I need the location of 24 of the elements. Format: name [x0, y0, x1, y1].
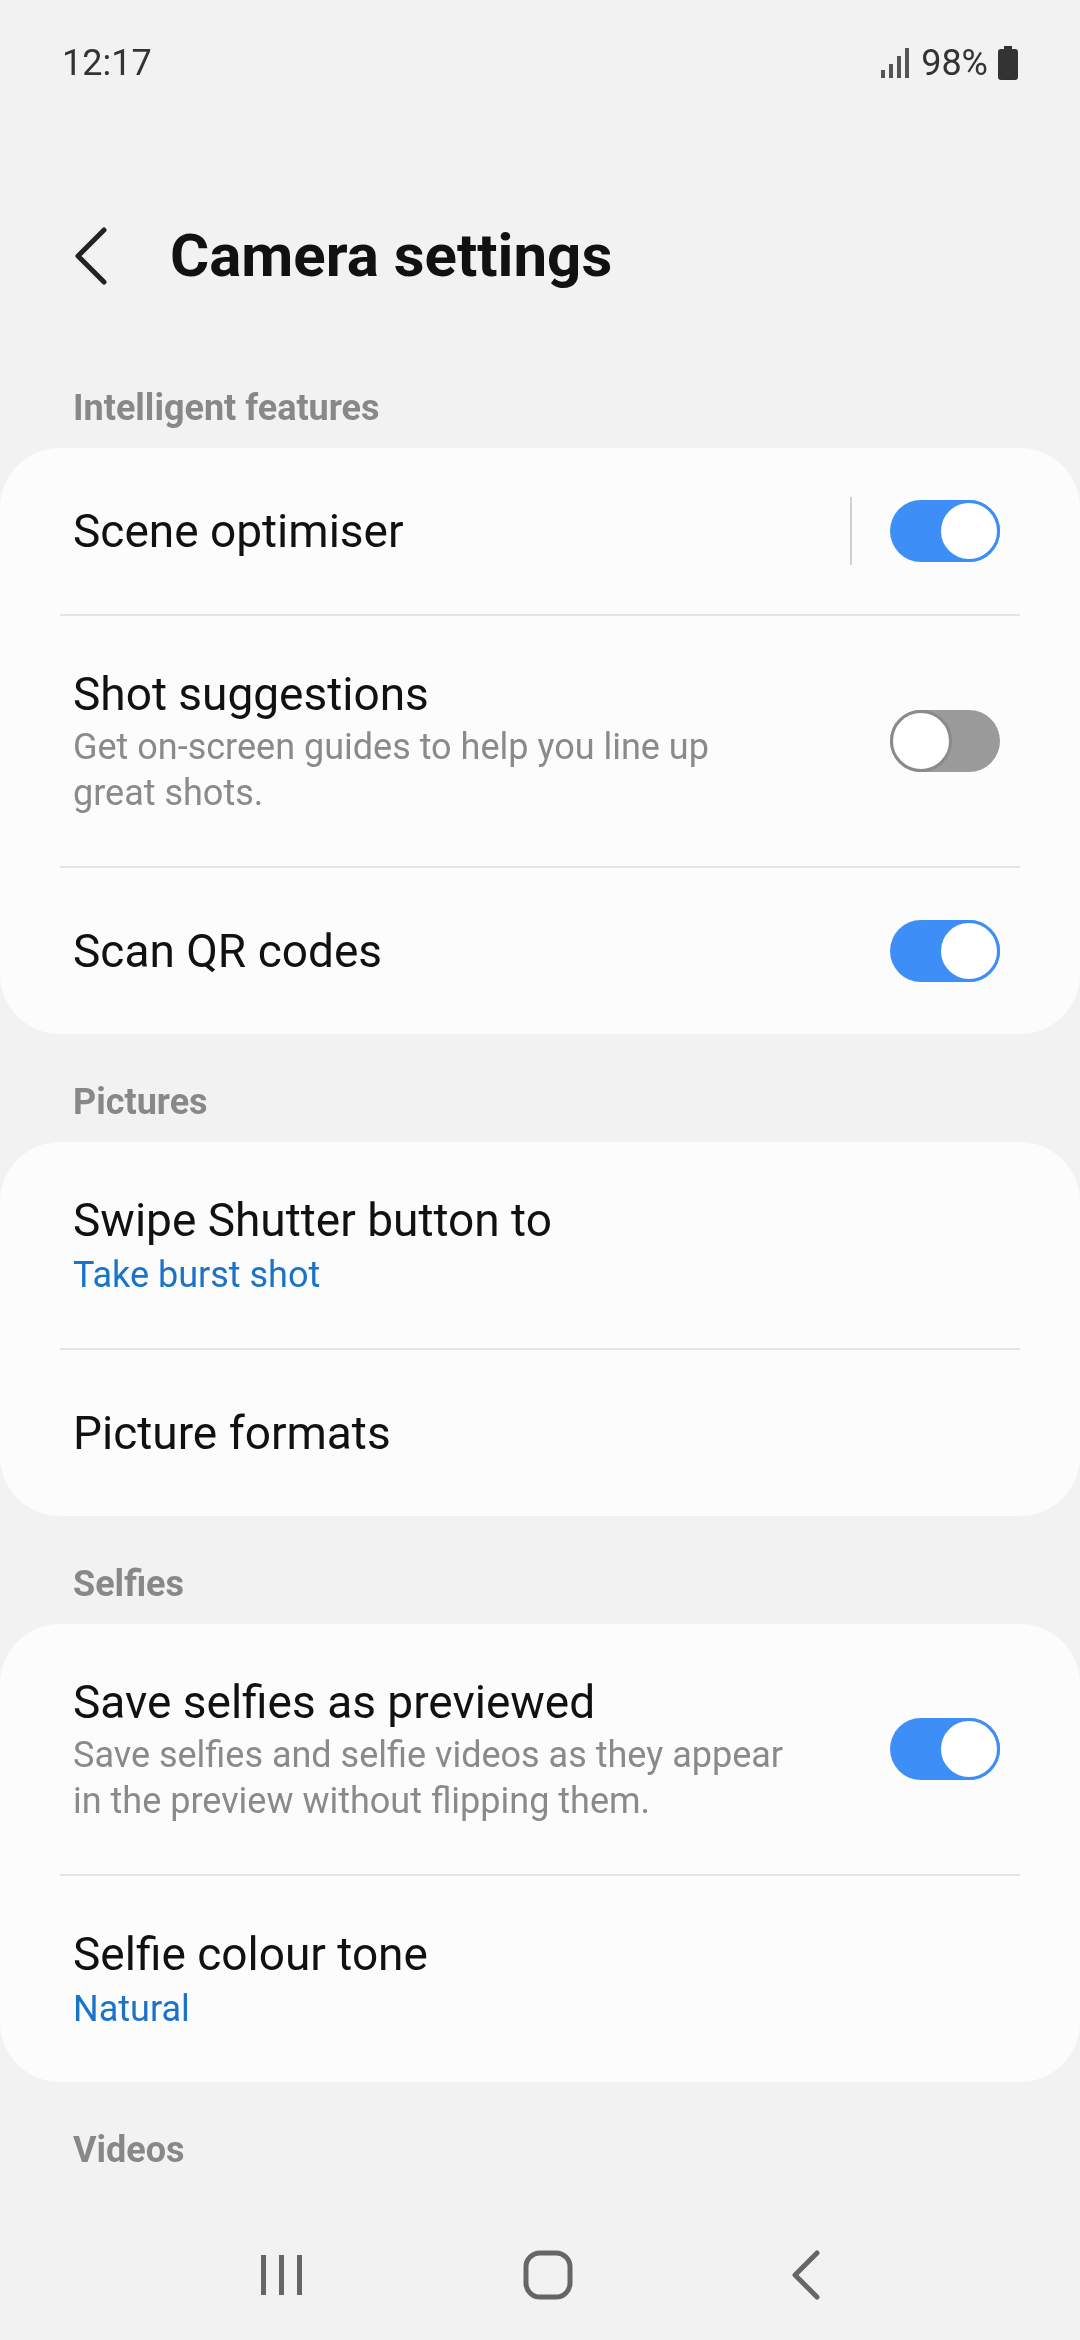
signal-icon	[879, 48, 912, 78]
vertical-divider	[850, 497, 852, 565]
section-header: Pictures	[73, 1081, 208, 1123]
setting-title[interactable]: Swipe Shutter button to	[73, 1192, 910, 1248]
setting-value: Natural	[73, 1987, 191, 2032]
section-header: Selfies	[73, 1563, 185, 1605]
page-title: Camera settings	[170, 219, 613, 293]
setting-title[interactable]: Scan QR codes	[73, 923, 800, 979]
setting-description: Save selfies and selfie videos as they appear in the preview without flipping them.	[73, 1733, 784, 1824]
status-time: 12:17	[62, 41, 152, 86]
setting-value: Take burst shot	[73, 1253, 322, 1298]
back-nav-icon[interactable]	[791, 2250, 821, 2300]
section-header: Videos	[73, 2129, 185, 2171]
recent-apps-icon[interactable]	[259, 2253, 305, 2297]
setting-title[interactable]: Scene optimiser	[73, 503, 760, 559]
section-header: Intelligent features	[73, 387, 380, 429]
setting-title[interactable]: Picture formats	[73, 1405, 910, 1461]
battery-percent: 98%	[921, 41, 988, 86]
setting-title[interactable]: Save selfies as previewed	[73, 1674, 800, 1730]
battery-icon	[998, 46, 1018, 80]
setting-title[interactable]: Selfie colour tone	[73, 1926, 910, 1982]
setting-title[interactable]: Shot suggestions	[73, 666, 800, 722]
home-icon[interactable]	[523, 2250, 573, 2300]
setting-description: Get on-screen guides to help you line up great shots.	[73, 725, 710, 816]
